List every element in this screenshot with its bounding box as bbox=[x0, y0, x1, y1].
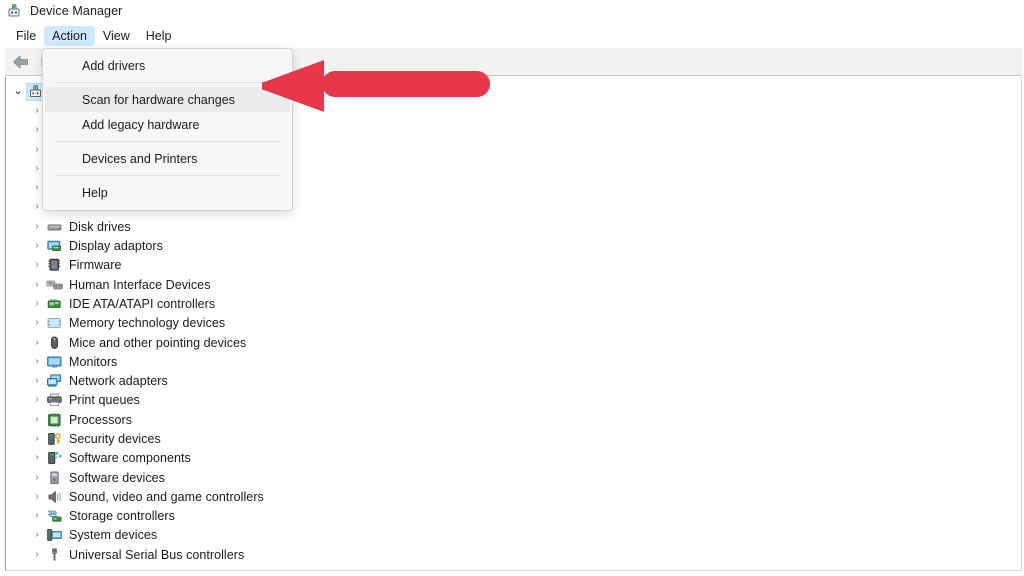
chevron-right-icon[interactable]: › bbox=[28, 511, 46, 521]
tree-label: Print queues bbox=[69, 393, 140, 408]
chevron-right-icon[interactable]: › bbox=[28, 241, 46, 251]
tree-label: Firmware bbox=[69, 258, 122, 273]
tree-label: Software components bbox=[69, 451, 191, 466]
software-component-icon bbox=[46, 450, 63, 466]
storage-controller-icon bbox=[46, 508, 63, 524]
printer-icon bbox=[46, 392, 63, 408]
chevron-right-icon[interactable]: › bbox=[28, 298, 46, 309]
disk-drive-icon bbox=[46, 219, 63, 235]
tree-row-system-devices[interactable]: › System devices bbox=[6, 526, 1021, 545]
tree-label: Monitors bbox=[69, 354, 118, 369]
menu-action[interactable]: Action bbox=[44, 26, 95, 46]
menu-item-help[interactable]: Help bbox=[45, 180, 290, 205]
tree-row-disk-drives[interactable]: › Disk drives bbox=[6, 217, 1021, 236]
action-dropdown-menu: Add drivers Scan for hardware changes Ad… bbox=[42, 48, 293, 211]
menu-separator bbox=[55, 82, 280, 83]
chevron-right-icon[interactable]: › bbox=[28, 433, 46, 444]
menu-help[interactable]: Help bbox=[138, 26, 180, 46]
chevron-right-icon[interactable]: › bbox=[28, 414, 46, 425]
tree-label: Security devices bbox=[69, 431, 161, 446]
chevron-right-icon[interactable]: › bbox=[28, 356, 46, 367]
tree-label: Storage controllers bbox=[69, 509, 175, 524]
tree-row-monitors[interactable]: › Monitors bbox=[6, 352, 1021, 371]
chevron-right-icon[interactable]: › bbox=[28, 221, 46, 232]
chevron-right-icon[interactable]: › bbox=[28, 491, 46, 502]
tree-label: Universal Serial Bus controllers bbox=[69, 547, 245, 562]
tree-row-storage-controllers[interactable]: › Storage controllers bbox=[6, 507, 1021, 526]
chevron-down-icon[interactable]: ⌄ bbox=[9, 86, 27, 97]
tree-row-display-adaptors[interactable]: › Display adaptors bbox=[6, 236, 1021, 255]
monitor-icon bbox=[46, 354, 63, 370]
menu-item-devices-and-printers[interactable]: Devices and Printers bbox=[45, 146, 290, 171]
display-adapter-icon bbox=[46, 238, 63, 254]
tree-label: Network adapters bbox=[69, 374, 168, 389]
device-manager-icon bbox=[6, 3, 22, 19]
tree-row-processors[interactable]: › Processors bbox=[6, 410, 1021, 429]
system-device-icon bbox=[46, 527, 63, 543]
processor-icon bbox=[46, 412, 63, 428]
tree-row-network-adapters[interactable]: › Network adapters bbox=[6, 371, 1021, 390]
chevron-right-icon[interactable]: › bbox=[28, 549, 46, 560]
menu-separator bbox=[55, 175, 280, 176]
title-bar: Device Manager bbox=[0, 0, 1024, 22]
menu-separator bbox=[55, 141, 280, 142]
chevron-right-icon[interactable]: › bbox=[28, 395, 46, 405]
usb-icon bbox=[46, 547, 63, 563]
back-arrow-icon[interactable] bbox=[10, 51, 32, 73]
tree-label: Software devices bbox=[69, 470, 165, 485]
chevron-right-icon[interactable]: › bbox=[28, 530, 46, 540]
menu-item-add-legacy-hardware[interactable]: Add legacy hardware bbox=[45, 112, 290, 137]
memory-icon bbox=[46, 315, 63, 331]
tree-row-firmware[interactable]: › Firmware bbox=[6, 256, 1021, 275]
tree-label: IDE ATA/ATAPI controllers bbox=[69, 296, 216, 311]
tree-label: Mice and other pointing devices bbox=[69, 335, 247, 350]
tree-label: Human Interface Devices bbox=[69, 277, 211, 292]
tree-row-print-queues[interactable]: › Print queues bbox=[6, 391, 1021, 410]
tree-row-security-devices[interactable]: › Security devices bbox=[6, 429, 1021, 448]
mouse-icon bbox=[46, 335, 63, 351]
chevron-right-icon[interactable]: › bbox=[28, 376, 46, 386]
tree-row-human-interface-devices[interactable]: › Human Interface Devices bbox=[6, 275, 1021, 294]
tree-row-software-components[interactable]: › Software components bbox=[6, 449, 1021, 468]
tree-row-ide-controllers[interactable]: › IDE ATA/ATAPI controllers bbox=[6, 294, 1021, 313]
chevron-right-icon[interactable]: › bbox=[28, 260, 46, 270]
tree-row-sound-video-game[interactable]: › Sound, video and game controllers bbox=[6, 487, 1021, 506]
ide-controller-icon bbox=[46, 296, 63, 312]
menu-item-scan-for-hardware-changes[interactable]: Scan for hardware changes bbox=[45, 87, 290, 112]
tree-label: System devices bbox=[69, 528, 158, 543]
tree-row-mice[interactable]: › Mice and other pointing devices bbox=[6, 333, 1021, 352]
chevron-right-icon[interactable]: › bbox=[28, 279, 46, 290]
network-adapter-icon bbox=[46, 373, 63, 389]
chevron-right-icon[interactable]: › bbox=[28, 318, 46, 328]
speaker-icon bbox=[46, 489, 63, 505]
menu-file[interactable]: File bbox=[8, 26, 44, 46]
device-manager-window: Device Manager File Action View Help ⌄ ›… bbox=[0, 0, 1024, 576]
tree-label: Display adaptors bbox=[69, 239, 163, 254]
security-device-icon bbox=[46, 431, 63, 447]
menu-item-add-drivers[interactable]: Add drivers bbox=[45, 53, 290, 78]
menu-view[interactable]: View bbox=[95, 26, 138, 46]
tree-label: Sound, video and game controllers bbox=[69, 489, 264, 504]
window-title: Device Manager bbox=[30, 4, 123, 18]
tree-label: Memory technology devices bbox=[69, 316, 226, 331]
tree-row-memory-devices[interactable]: › Memory technology devices bbox=[6, 314, 1021, 333]
chevron-right-icon[interactable]: › bbox=[28, 337, 46, 348]
tree-label: Disk drives bbox=[69, 219, 131, 234]
chevron-right-icon[interactable]: › bbox=[28, 472, 46, 483]
software-device-icon bbox=[46, 470, 63, 486]
chevron-right-icon[interactable]: › bbox=[28, 453, 46, 463]
hid-icon bbox=[46, 277, 63, 293]
menu-bar: File Action View Help bbox=[0, 25, 1024, 47]
tree-label: Processors bbox=[69, 412, 133, 427]
tree-row-usb-controllers[interactable]: › Universal Serial Bus controllers bbox=[6, 545, 1021, 564]
firmware-icon bbox=[46, 257, 63, 273]
tree-row-software-devices[interactable]: › Software devices bbox=[6, 468, 1021, 487]
